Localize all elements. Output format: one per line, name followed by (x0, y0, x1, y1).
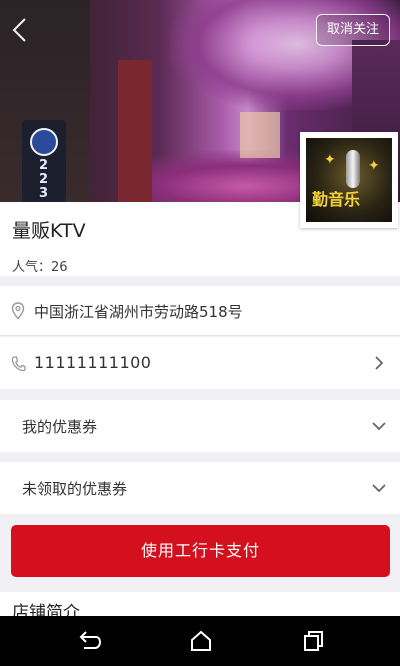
top-bar: 取消关注 (0, 0, 400, 58)
shop-address: 中国浙江省湖州市劳动路518号 (34, 303, 243, 321)
microphone-icon (346, 150, 360, 188)
chevron-left-icon (12, 18, 26, 42)
chevron-down-icon (372, 484, 386, 493)
shop-logo-image: ✦ ✦ 勤音乐 (306, 138, 392, 222)
popularity-count: 人气：26 (12, 260, 68, 275)
phone-row[interactable]: 11111111100 (0, 337, 400, 389)
room-sign: 2 2 3 (22, 120, 66, 202)
sign-logo-icon (30, 128, 58, 156)
home-icon[interactable] (188, 629, 214, 653)
shop-phone: 11111111100 (34, 353, 152, 372)
shop-logo-text: 勤音乐 (312, 190, 361, 209)
pay-with-icbc-card-button[interactable]: 使用工行卡支付 (11, 525, 390, 577)
center-pillar (118, 60, 152, 202)
shop-name: 量贩KTV (12, 220, 86, 242)
address-row[interactable]: 中国浙江省湖州市劳动路518号 (0, 286, 400, 336)
phone-icon (11, 356, 26, 372)
my-coupons-row[interactable]: 我的优惠券 (0, 400, 400, 452)
sign-digit: 2 (38, 158, 50, 173)
unclaimed-coupons-row[interactable]: 未领取的优惠券 (0, 462, 400, 514)
unclaimed-coupons-label: 未领取的优惠券 (22, 480, 128, 498)
star-icon: ✦ (368, 158, 380, 174)
location-pin-icon (11, 302, 25, 320)
shop-info-card: 量贩KTV 人气：26 ✦ ✦ 勤音乐 (0, 132, 400, 276)
recent-apps-icon[interactable] (300, 629, 326, 653)
hallway-door (240, 112, 280, 158)
shop-logo: ✦ ✦ 勤音乐 (300, 132, 398, 228)
back-icon[interactable] (76, 629, 102, 653)
unfollow-button[interactable]: 取消关注 (315, 14, 390, 46)
sign-digit: 2 (38, 172, 50, 187)
chevron-down-icon (372, 422, 386, 431)
chevron-right-icon (375, 356, 384, 370)
sign-digit: 3 (38, 186, 50, 201)
my-coupons-label: 我的优惠券 (22, 418, 98, 436)
star-icon: ✦ (324, 152, 336, 168)
back-button[interactable] (6, 14, 36, 46)
system-navigation-bar (0, 616, 400, 666)
